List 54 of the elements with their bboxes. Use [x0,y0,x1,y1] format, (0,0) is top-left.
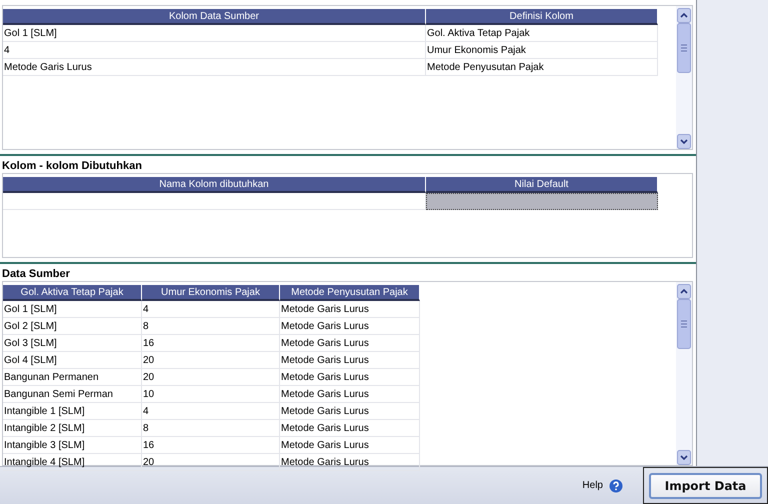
table-cell: 8 [142,318,280,335]
table-cell: Intangible 3 [SLM] [3,437,142,454]
table-cell: Gol 4 [SLM] [3,352,142,369]
table-cell: Metode Garis Lurus [280,420,420,437]
section-title: Kolom - kolom Dibutuhkan [2,159,143,173]
scroll-thumb-icon[interactable] [677,23,691,73]
table-cell: Gol 2 [SLM] [3,318,142,335]
table-cell: Metode Garis Lurus [280,335,420,352]
table-cell: Metode Garis Lurus [280,369,420,386]
table-cell: Metode Garis Lurus [280,301,420,318]
column-header[interactable]: Nama Kolom dibutuhkan [3,177,426,193]
table-cell: Metode Penyusutan Pajak [426,59,658,76]
table-cell: 16 [142,335,280,352]
table-cell: Metode Garis Lurus [280,386,420,403]
scroll-thumb-icon[interactable] [677,299,691,349]
table-cell: Bangunan Permanen [3,369,142,386]
column-header[interactable]: Umur Ekonomis Pajak [142,285,280,301]
table-cell: Gol 3 [SLM] [3,335,142,352]
help-icon[interactable] [609,478,623,492]
table-cell: Gol 1 [SLM] [3,301,142,318]
table-cell: 4 [142,403,280,420]
import-data-button[interactable]: Import Data [649,472,762,498]
section-title: Data Sumber [2,267,71,281]
vertical-scrollbar[interactable] [676,282,692,465]
table-cell: Metode Garis Lurus [280,437,420,454]
help-label[interactable]: Help [582,480,603,491]
table-cell: Intangible 1 [SLM] [3,403,142,420]
table-cell: 4 [3,42,426,59]
scroll-down-icon[interactable] [677,450,691,465]
column-header[interactable]: Nilai Default [426,177,658,193]
table-cell: 20 [142,369,280,386]
table-cell: 20 [142,352,280,369]
table-cell[interactable] [426,193,658,210]
scroll-down-icon[interactable] [677,134,691,149]
table-cell: 8 [142,420,280,437]
table-cell: Gol. Aktiva Tetap Pajak [426,25,658,42]
table-cell: Gol 1 [SLM] [3,25,426,42]
table-cell: Metode Garis Lurus [280,318,420,335]
table-cell: Metode Garis Lurus [280,352,420,369]
column-header[interactable]: Metode Penyusutan Pajak [280,285,420,301]
column-header[interactable]: Gol. Aktiva Tetap Pajak [3,285,142,301]
table-cell: Metode Garis Lurus [3,59,426,76]
table-cell: Intangible 2 [SLM] [3,420,142,437]
table-cell: Metode Garis Lurus [280,403,420,420]
table-cell: Umur Ekonomis Pajak [426,42,658,59]
table-cell: 4 [142,301,280,318]
table-cell: 16 [142,437,280,454]
table-cell: Bangunan Semi Perman [3,386,142,403]
scroll-up-icon[interactable] [677,8,691,23]
table-cell: 10 [142,386,280,403]
scroll-up-icon[interactable] [677,284,691,299]
vertical-scrollbar[interactable] [676,6,692,149]
column-header[interactable]: Definisi Kolom [426,9,658,25]
column-header[interactable]: Kolom Data Sumber [3,9,426,25]
